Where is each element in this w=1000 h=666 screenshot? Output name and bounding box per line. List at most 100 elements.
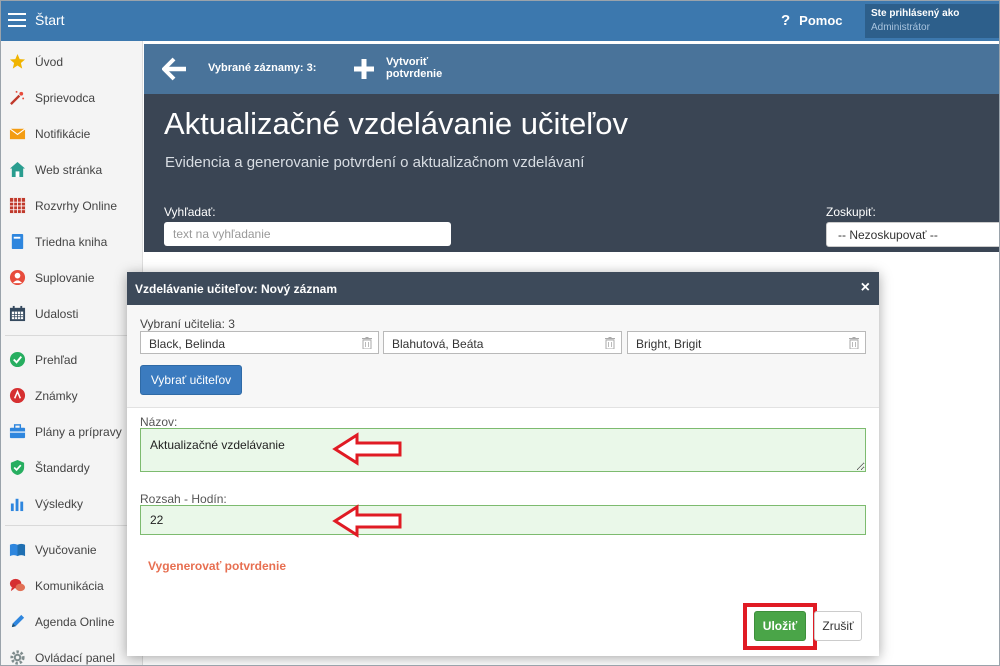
sidebar-item-sprievodca[interactable]: Sprievodca (1, 79, 143, 115)
pick-teachers-button[interactable]: Vybrať učiteľov (140, 365, 242, 395)
group-by-select[interactable]: -- Nezoskupovať -- (826, 222, 999, 247)
hours-label: Rozsah - Hodín: (140, 492, 227, 506)
sidebar-item-udalosti[interactable]: Udalosti (1, 295, 143, 331)
bar-chart-icon (10, 498, 24, 512)
sidebar-item-label: Známky (35, 389, 78, 403)
app-window: Štart ? Pomoc Ste prihlásený ako Administ… (0, 0, 1000, 666)
sidebar-item-label: Komunikácia (35, 579, 104, 593)
sidebar-item-label: Ovládací panel (35, 651, 116, 665)
house-icon (9, 161, 26, 178)
sidebar-item-label: Notifikácie (35, 127, 91, 141)
sidebar-item-vyucovanie[interactable]: Vyučovanie (1, 531, 143, 567)
red-arrow-annotation-icon (332, 504, 402, 538)
selected-records-count: Vybrané záznamy: 3: (208, 62, 317, 74)
sidebar-item-znamky[interactable]: Známky (1, 377, 143, 413)
create-certificate-button[interactable]: Vytvoriť potvrdenie (352, 55, 462, 85)
gear-icon (10, 650, 25, 665)
sidebar-item-vysledky[interactable]: Výsledky (1, 485, 143, 521)
pen-icon (11, 614, 25, 628)
timetable-grid-icon (9, 197, 26, 214)
sidebar-divider (5, 525, 139, 526)
sidebar-item-label: Plány a prípravy (35, 425, 122, 439)
teacher-name: Bright, Brigit (636, 337, 702, 351)
sidebar-item-label: Prehľad (35, 353, 78, 367)
top-bar: Štart ? Pomoc Ste prihlásený ako Administ… (1, 1, 999, 41)
page-title: Aktualizačné vzdelávanie učiteľov (164, 106, 628, 141)
sidebar-item-rozvrhy-online[interactable]: Rozvrhy Online (1, 187, 143, 223)
sidebar-item-ovladaci-panel[interactable]: Ovládací panel (1, 639, 143, 665)
red-arrow-annotation-icon (332, 432, 402, 466)
sidebar-item-komunikacia[interactable]: Komunikácia (1, 567, 143, 603)
open-book-icon (9, 543, 26, 557)
help-button[interactable]: ? Pomoc (781, 12, 843, 29)
sidebar-item-label: Sprievodca (35, 91, 96, 105)
sidebar-item-notifikacie[interactable]: Notifikácie (1, 115, 143, 151)
magic-wand-icon (10, 90, 25, 105)
teacher-name: Black, Belinda (149, 337, 226, 351)
teacher-chip: Black, Belinda (140, 331, 379, 354)
sidebar-item-label: Web stránka (35, 163, 103, 177)
cancel-button[interactable]: Zrušiť (814, 611, 862, 641)
toolbar: Vybrané záznamy: 3: Vytvoriť potvrdenie (144, 44, 999, 94)
sidebar-item-suplovanie[interactable]: Suplovanie (1, 259, 143, 295)
plus-icon (354, 59, 374, 79)
trash-icon[interactable] (362, 337, 372, 349)
sidebar-item-plany-a-pripravy[interactable]: Plány a prípravy (1, 413, 143, 449)
trash-icon[interactable] (605, 337, 615, 349)
name-textarea[interactable]: Aktualizačné vzdelávanie (140, 428, 866, 472)
create-label-line1: Vytvoriť (386, 56, 429, 68)
name-label: Názov: (140, 415, 178, 429)
sidebar-item-label: Štandardy (35, 461, 90, 475)
sidebar-item-label: Vyučovanie (35, 543, 97, 557)
chat-bubbles-icon (9, 578, 26, 592)
new-record-dialog: Vzdelávanie učiteľov: Nový záznam × Vybr… (127, 272, 879, 656)
person-icon (9, 269, 26, 286)
teacher-chip: Bright, Brigit (627, 331, 866, 354)
sidebar: Úvod Sprievodca Notifikácie Web stránka … (1, 41, 143, 665)
sidebar-item-label: Triedna kniha (35, 235, 108, 249)
shield-check-icon (10, 459, 25, 476)
grade-icon (9, 387, 26, 404)
page-subtitle: Evidencia a generovanie potvrdení o aktu… (165, 154, 585, 171)
hamburger-menu-icon[interactable] (8, 13, 26, 28)
dialog-title: Vzdelávanie učiteľov: Nový záznam (135, 282, 338, 296)
sidebar-item-standardy[interactable]: Štandardy (1, 449, 143, 485)
book-icon (11, 233, 24, 250)
sidebar-item-label: Suplovanie (35, 271, 95, 285)
trash-icon[interactable] (849, 337, 859, 349)
back-arrow-icon[interactable] (162, 57, 188, 81)
sidebar-item-web-stranka[interactable]: Web stránka (1, 151, 143, 187)
sidebar-item-prehlad[interactable]: Prehľad (1, 341, 143, 377)
sidebar-item-label: Udalosti (35, 307, 79, 321)
save-button[interactable]: Uložiť (754, 611, 806, 641)
check-circle-icon (9, 351, 26, 368)
group-by-label: Zoskupiť: (826, 205, 876, 219)
question-mark-icon: ? (781, 12, 791, 29)
user-info[interactable]: Ste prihlásený ako Administrátor (865, 4, 999, 38)
sidebar-item-uvod[interactable]: Úvod (1, 43, 143, 79)
generate-certificate-link[interactable]: Vygenerovať potvrdenie (148, 559, 286, 573)
selected-teachers-label: Vybraní učitelia: 3 (140, 317, 235, 331)
search-input[interactable] (164, 222, 451, 246)
page-header: Aktualizačné vzdelávanie učiteľov Eviden… (144, 94, 999, 252)
app-title[interactable]: Štart (35, 12, 65, 28)
sidebar-item-triedna-kniha[interactable]: Triedna kniha (1, 223, 143, 259)
user-role: Administrátor (871, 22, 930, 33)
search-label: Vyhľadať: (164, 205, 216, 219)
create-label-line2: potvrdenie (386, 68, 443, 80)
sidebar-divider (5, 335, 139, 336)
sidebar-item-label: Rozvrhy Online (35, 199, 118, 213)
close-icon[interactable]: × (861, 280, 870, 296)
sidebar-item-label: Výsledky (35, 497, 84, 511)
help-label: Pomoc (799, 13, 843, 28)
sidebar-item-label: Agenda Online (35, 615, 115, 629)
star-icon (9, 53, 26, 69)
envelope-icon (9, 128, 26, 140)
calendar-icon (9, 305, 26, 322)
sidebar-item-agenda-online[interactable]: Agenda Online (1, 603, 143, 639)
teacher-name: Blahutová, Beáta (392, 337, 484, 351)
hours-input[interactable] (140, 505, 866, 535)
user-line1: Ste prihlásený ako (871, 8, 960, 19)
briefcase-icon (9, 424, 26, 439)
teacher-chip: Blahutová, Beáta (383, 331, 622, 354)
